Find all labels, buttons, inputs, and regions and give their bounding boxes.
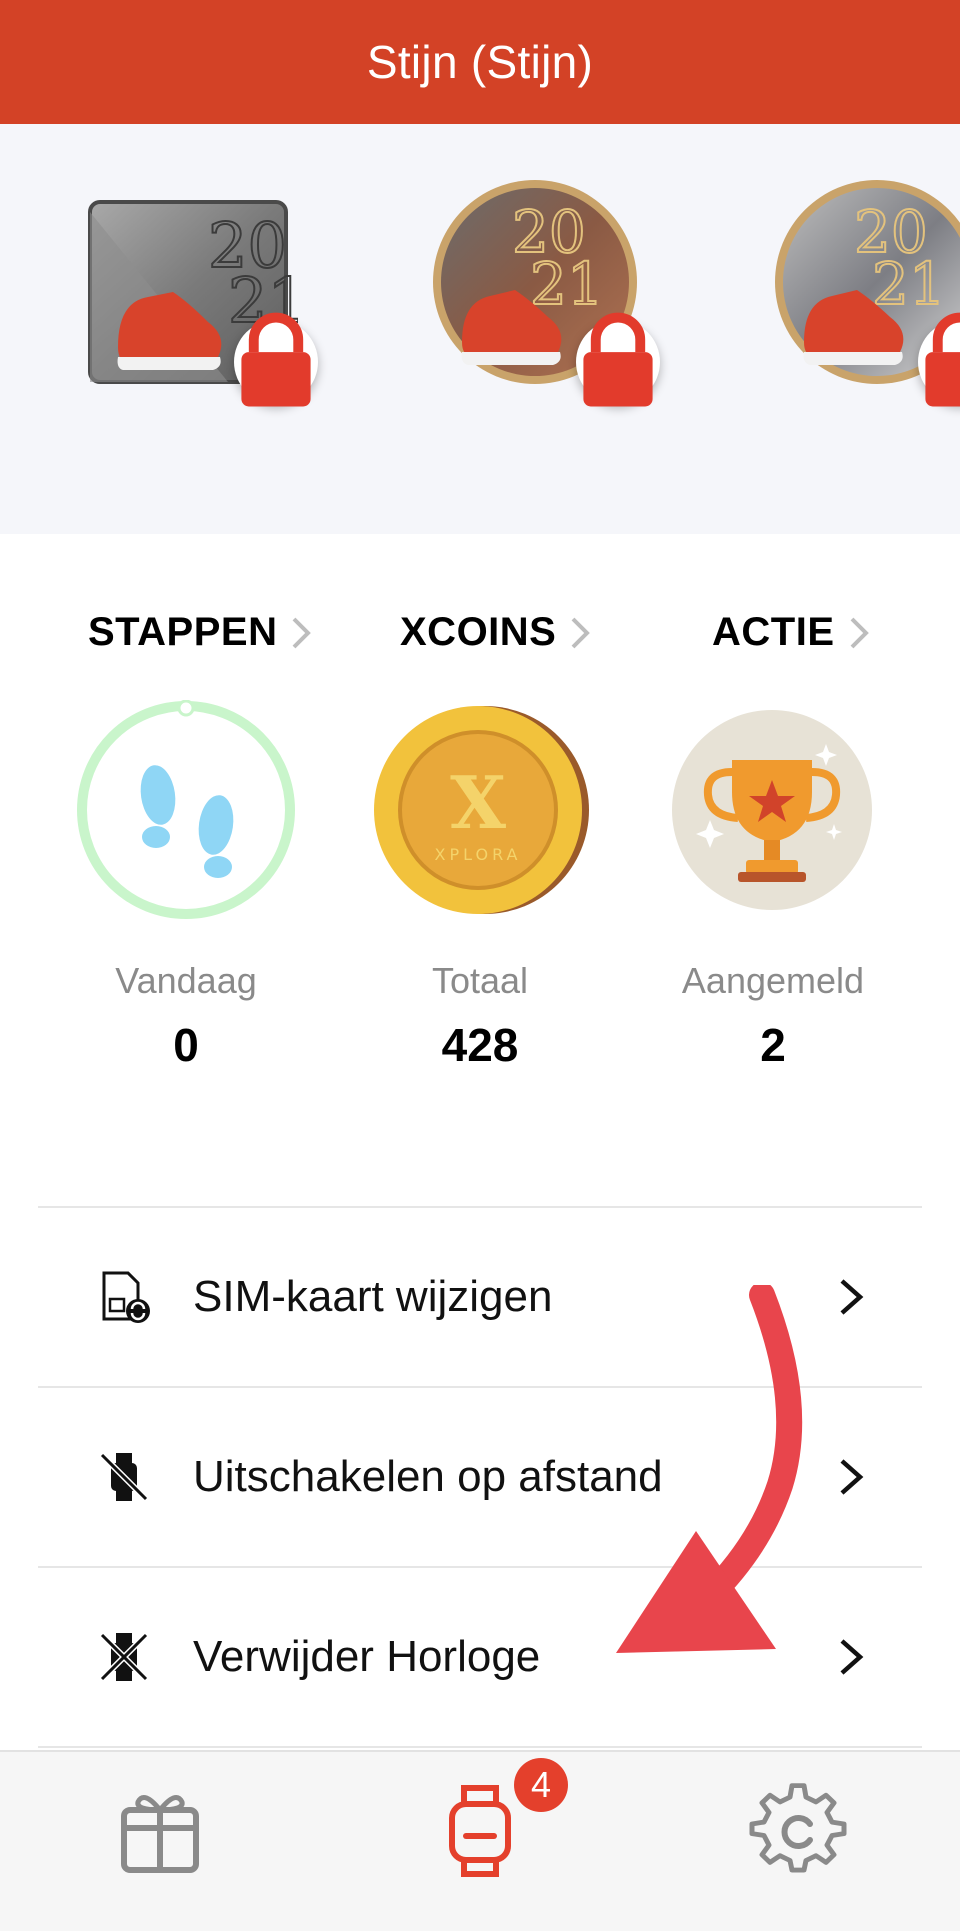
- lock-badge: [576, 312, 660, 407]
- trophy-display[interactable]: [662, 700, 882, 920]
- trophy-icon: [672, 710, 872, 910]
- tab-xcoins[interactable]: XCOINS: [400, 610, 592, 655]
- stats-headers: STAPPEN XCOINS ACTIE: [0, 610, 960, 660]
- lock-badge: [234, 312, 318, 407]
- medal-silver-square[interactable]: 20 21: [78, 172, 318, 407]
- chevron-right-icon: [840, 1459, 864, 1495]
- stat-value-actie: 2: [760, 1019, 786, 1071]
- lock-badge: [918, 312, 960, 407]
- stat-label-totaal: Totaal: [431, 960, 529, 1001]
- medal-bronze-round[interactable]: 20 21: [430, 172, 660, 407]
- menu-item-remote-shutdown[interactable]: Uitschakelen op afstand: [38, 1388, 922, 1566]
- xcoin-icon: X XPLORA: [374, 706, 589, 914]
- watch-off-icon: [99, 1452, 149, 1502]
- xcoin-display[interactable]: X XPLORA: [370, 700, 590, 920]
- medal-silver-round[interactable]: 20 21: [772, 172, 960, 407]
- steps-progress-ring[interactable]: [76, 699, 296, 920]
- chevron-right-icon: [840, 1639, 864, 1675]
- medals-carousel[interactable]: 20 21 20 21 20 21: [0, 124, 960, 534]
- sim-card-icon: [102, 1271, 150, 1323]
- svg-text:X: X: [450, 760, 506, 845]
- notification-badge: 4: [514, 1758, 568, 1812]
- menu-item-sim-card[interactable]: SIM-kaart wijzigen: [38, 1208, 922, 1386]
- app-header: Stijn (Stijn): [0, 0, 960, 124]
- lock-icon: [925, 312, 960, 407]
- tab-actie[interactable]: ACTIE: [712, 610, 871, 655]
- menu-item-label: Verwijder Horloge: [193, 1632, 541, 1681]
- stat-header-label: XCOINS: [400, 610, 557, 654]
- menu-item-label: Uitschakelen op afstand: [193, 1452, 663, 1501]
- menu-item-remove-watch[interactable]: Verwijder Horloge: [38, 1568, 922, 1746]
- stat-label-aangemeld: Aangemeld: [681, 960, 865, 1001]
- chevron-right-icon: [840, 1279, 864, 1315]
- tab-stappen[interactable]: STAPPEN: [88, 610, 313, 655]
- lock-icon: [583, 312, 653, 407]
- stat-header-label: STAPPEN: [88, 610, 278, 654]
- chevron-right-icon: [571, 617, 591, 648]
- settings-icon[interactable]: [748, 1780, 848, 1880]
- watch-remove-icon: [99, 1632, 149, 1682]
- footprints-icon: [77, 699, 295, 919]
- stat-value-xcoins: 428: [441, 1019, 519, 1071]
- stat-label-vandaag: Vandaag: [115, 960, 257, 1001]
- chevron-right-icon: [850, 617, 869, 648]
- chevron-right-icon: [293, 617, 312, 648]
- menu-item-label: SIM-kaart wijzigen: [193, 1272, 553, 1321]
- stat-header-label: ACTIE: [712, 610, 835, 654]
- bottom-tab-bar: [0, 1750, 960, 1931]
- svg-text:XPLORA: XPLORA: [435, 845, 522, 864]
- stat-value-steps: 0: [173, 1019, 199, 1071]
- divider: [38, 1746, 922, 1748]
- page-title: Stijn (Stijn): [366, 36, 594, 88]
- lock-icon: [241, 312, 311, 407]
- watch-actions-menu: SIM-kaart wijzigen Uitschakelen op afsta…: [38, 1206, 922, 1748]
- gift-icon[interactable]: [110, 1780, 210, 1880]
